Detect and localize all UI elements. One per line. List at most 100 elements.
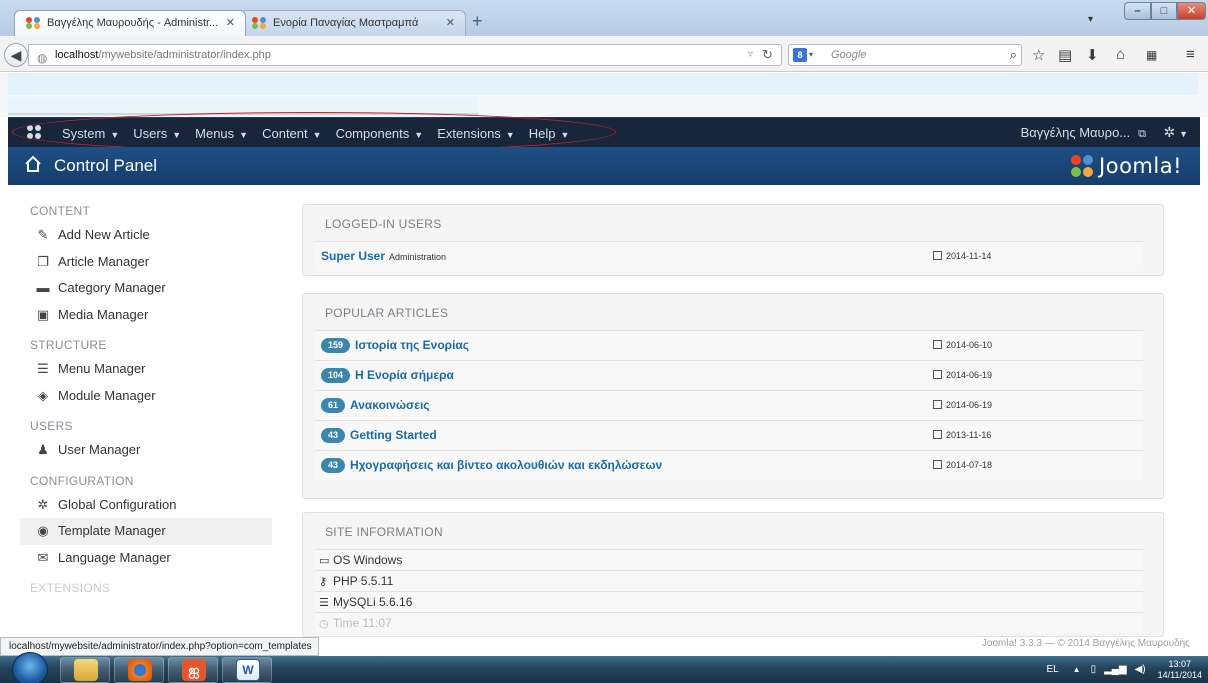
home-icon[interactable]: ⌂ xyxy=(1116,46,1125,63)
sidebar-item-menu-manager[interactable]: ☰ Menu Manager xyxy=(20,356,272,383)
bookmark-star-icon[interactable]: ☆ xyxy=(1032,46,1045,64)
window-maximize-button[interactable]: □ xyxy=(1151,2,1177,20)
menu-extensions[interactable]: Extensions ▼ xyxy=(437,126,515,141)
article-link[interactable]: 61 Ανακοινώσεις xyxy=(321,398,430,413)
caret-down-icon: ▼ xyxy=(414,129,424,140)
search-placeholder: Google xyxy=(831,49,867,61)
table-row: 43 Getting Started 2013-11-16 xyxy=(315,420,1143,450)
sidebar-item-label: Language Manager xyxy=(58,549,171,565)
tab-close-icon[interactable]: ✕ xyxy=(226,11,235,35)
list-icon: ☰ xyxy=(37,361,49,376)
tab-administrator[interactable]: Βαγγέλης Μαυρουδής - Administr... ✕ xyxy=(14,10,246,36)
globe-icon: ◍ xyxy=(37,51,48,65)
sidebar-item-article-manager[interactable]: ❐ Article Manager xyxy=(20,249,272,276)
sidebar-item-global-configuration[interactable]: ✲ Global Configuration xyxy=(20,492,272,519)
search-box[interactable]: 8 ▾ Google ⌕ xyxy=(788,44,1022,66)
sidebar-item-language-manager[interactable]: ✉ Language Manager xyxy=(20,545,272,572)
eye-icon: ◉ xyxy=(37,523,49,538)
sidebar-item-add-new-article[interactable]: ✎ Add New Article xyxy=(20,222,272,249)
site-info-text: Time 11:07 xyxy=(333,616,392,630)
start-button[interactable] xyxy=(12,652,48,683)
power-icon[interactable]: ▯ xyxy=(1091,664,1097,675)
clock[interactable]: 13:07 14/11/2014 xyxy=(1158,659,1202,681)
menu-menus[interactable]: Menus ▼ xyxy=(195,126,248,141)
footer-copyright: Joomla! 3.3.3 — © 2014 Βαγγέλης Μαυρουδή… xyxy=(981,638,1190,649)
sidebar-item-module-manager[interactable]: ◈ Module Manager xyxy=(20,383,272,410)
tab-website[interactable]: Ενορία Παναγίας Μαστραμπά ✕ xyxy=(240,10,466,36)
list-item: ▭ OS Windows xyxy=(315,549,1143,570)
article-title: Ηχογραφήσεις και βίντεο ακολουθιών και ε… xyxy=(350,458,663,472)
menu-users[interactable]: Users ▼ xyxy=(133,126,181,141)
tab-close-icon[interactable]: ✕ xyxy=(446,11,455,35)
menu-label: Menus xyxy=(195,125,235,141)
back-button[interactable]: ◀ xyxy=(4,43,28,67)
sidebar-item-category-manager[interactable]: ▬ Category Manager xyxy=(20,275,272,302)
article-title: Η Ενορία σήμερα xyxy=(355,368,454,382)
taskbar-xampp[interactable]: ஐ xyxy=(168,657,218,683)
sidebar-item-template-manager[interactable]: ◉ Template Manager xyxy=(20,518,272,545)
article-link[interactable]: 159 Ιστορία της Ενορίας xyxy=(321,338,469,353)
article-link[interactable]: 43 Ηχογραφήσεις και βίντεο ακολουθιών και… xyxy=(321,458,662,473)
date-cell: 2014-06-10 xyxy=(933,340,992,350)
google-engine-icon[interactable]: 8 xyxy=(793,48,807,62)
menu-system[interactable]: System ▼ xyxy=(62,126,119,141)
menu-components[interactable]: Components ▼ xyxy=(336,126,424,141)
menu-label: Content xyxy=(262,125,308,141)
article-title: Ανακοινώσεις xyxy=(350,398,430,412)
caret-down-icon: ▼ xyxy=(110,129,120,140)
list-item: ☰ MySQLi 5.6.16 xyxy=(315,591,1143,612)
tab-list-dropdown-icon[interactable]: ▾ xyxy=(1088,14,1093,25)
sidebar-heading: EXTENSIONS xyxy=(30,581,111,595)
calendar-icon xyxy=(933,251,942,260)
signal-icon[interactable]: ▂▄▆ xyxy=(1104,664,1126,675)
caret-down-icon: ▼ xyxy=(239,129,249,140)
sidebar-item-user-manager[interactable]: ♟ User Manager xyxy=(20,437,272,464)
calendar-icon xyxy=(933,370,942,379)
folder-icon: ▬ xyxy=(36,280,50,295)
addon-icon[interactable]: ▦ xyxy=(1146,48,1157,62)
article-link[interactable]: 104 Η Ενορία σήμερα xyxy=(321,368,454,383)
firefox-icon xyxy=(128,659,152,681)
engine-dropdown-icon[interactable]: ▾ xyxy=(809,45,813,65)
url-dropdown-icon[interactable]: ▿ xyxy=(748,45,753,65)
users-icon: ♟ xyxy=(37,442,49,457)
menu-content[interactable]: Content ▼ xyxy=(262,126,321,141)
volume-icon[interactable]: ◀) xyxy=(1135,664,1146,675)
user-client: Administration xyxy=(389,252,447,262)
menu-label: Users xyxy=(133,125,168,141)
site-name: Βαγγέλης Μαυρο... xyxy=(1020,125,1131,140)
tab-title: Βαγγέλης Μαυρουδής - Administr... xyxy=(47,17,219,29)
article-link[interactable]: 43 Getting Started xyxy=(321,428,437,443)
image-icon: ▣ xyxy=(36,306,50,322)
window-close-button[interactable]: ✕ xyxy=(1177,2,1206,20)
sidebar-item-label: Add New Article xyxy=(58,227,150,242)
url-bar[interactable]: ◍ localhost/mywebsite/administrator/inde… xyxy=(28,44,782,66)
menu-hamburger-icon[interactable]: ≡ xyxy=(1186,46,1195,63)
reload-icon[interactable]: ↻ xyxy=(762,45,773,65)
sidebar-item-label: Module Manager xyxy=(58,387,156,403)
user-gear-menu[interactable]: ✲ ▼ xyxy=(1163,124,1188,141)
menu-help[interactable]: Help ▼ xyxy=(529,126,570,141)
taskbar-word[interactable]: W xyxy=(222,657,272,683)
table-row: 61 Ανακοινώσεις 2014-06-19 xyxy=(315,390,1143,420)
show-hidden-icons-icon[interactable]: ▲ xyxy=(1073,665,1081,674)
admin-menubar: System ▼ Users ▼ Menus ▼ Content ▼ Component… xyxy=(8,112,1200,152)
caret-down-icon: ▼ xyxy=(1179,129,1188,139)
downloads-icon[interactable]: ⬇ xyxy=(1086,46,1099,64)
new-tab-button[interactable]: + xyxy=(472,12,483,30)
clock-date: 14/11/2014 xyxy=(1157,669,1202,680)
taskbar-explorer[interactable] xyxy=(60,657,110,683)
site-link[interactable]: Βαγγέλης Μαυρο... ⧉ xyxy=(1021,125,1146,141)
language-indicator[interactable]: EL xyxy=(1046,664,1058,675)
sidebar-item-label: Menu Manager xyxy=(58,361,146,376)
joomla-favicon-icon xyxy=(252,17,266,29)
taskbar-firefox[interactable] xyxy=(114,657,164,683)
window-minimize-button[interactable]: – xyxy=(1124,2,1151,20)
calendar-icon xyxy=(933,400,942,409)
search-icon[interactable]: ⌕ xyxy=(1010,45,1017,65)
sidebar-heading: CONTENT xyxy=(30,204,91,218)
user-link[interactable]: Super User Administration xyxy=(321,249,446,263)
reading-list-icon[interactable]: ▤ xyxy=(1058,46,1072,64)
joomla-logo-icon[interactable] xyxy=(26,124,42,140)
sidebar-item-media-manager[interactable]: ▣ Media Manager xyxy=(20,302,272,329)
